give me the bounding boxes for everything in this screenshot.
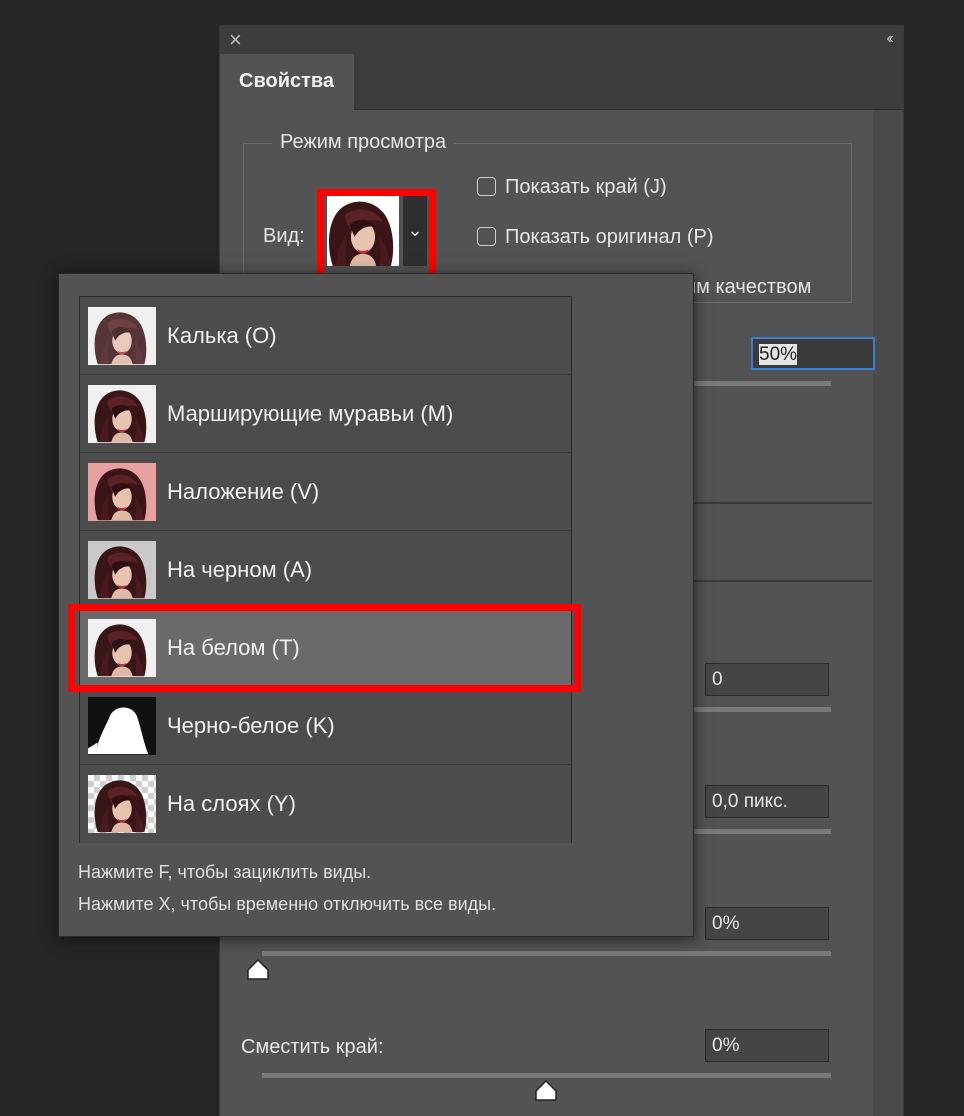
offset-edge-slider[interactable] (262, 1073, 831, 1078)
list-item-black-white[interactable]: Черно-белое (K) (80, 687, 571, 765)
collapse-icon[interactable]: ‹‹ (886, 30, 893, 48)
high-quality-label: им качеством (685, 276, 812, 298)
show-original-label: Показать оригинал (P) (505, 226, 714, 248)
list-item-label: Наложение (V) (167, 479, 320, 504)
portrait-marching-ants-icon (88, 385, 156, 443)
mask-black-white-icon (88, 697, 156, 755)
list-item-label: На черном (A) (167, 557, 313, 582)
tab-properties[interactable]: Свойства (220, 54, 354, 110)
show-original-checkbox[interactable] (477, 227, 496, 246)
smooth-field[interactable]: 0 (705, 663, 829, 696)
hint-cycle-text: Нажмите F, чтобы зациклить виды. (78, 862, 372, 882)
view-mode-list: Калька (O) Марширующие муравьи (M) Налож… (79, 296, 572, 843)
show-edge-checkbox[interactable] (477, 177, 496, 196)
list-item-marching-ants[interactable]: Марширующие муравьи (M) (80, 375, 571, 453)
panel-tabbar: Свойства (220, 54, 903, 110)
panel-titlebar: × ‹‹ (220, 26, 903, 54)
slider-handle-icon[interactable] (246, 958, 270, 982)
feather-field[interactable]: 0,0 пикс. (705, 785, 829, 818)
section-divider (694, 580, 872, 582)
list-item-label: Калька (O) (167, 323, 277, 348)
list-item-label: На слоях (Y) (167, 791, 296, 816)
list-item-label: Черно-белое (K) (167, 713, 335, 738)
slider-handle-icon[interactable] (534, 1079, 558, 1103)
list-item-on-layers[interactable]: На слоях (Y) (80, 765, 571, 843)
offset-edge-label: Сместить край: (241, 1036, 384, 1058)
portrait-overlay-icon (88, 463, 156, 521)
close-icon[interactable]: × (229, 28, 242, 52)
section-divider (694, 502, 872, 504)
portrait-onion-skin-icon (88, 307, 156, 365)
view-label: Вид: (263, 225, 305, 247)
highlight-box-view (317, 189, 436, 284)
view-mode-dropdown: Калька (O) Марширующие муравьи (M) Налож… (58, 273, 694, 937)
highlight-box-selected (68, 604, 581, 692)
list-item-label: Марширующие муравьи (M) (167, 401, 454, 426)
view-mode-title: Режим просмотра (272, 131, 455, 154)
portrait-on-black-icon (88, 541, 156, 599)
panel-scrollbar[interactable] (873, 110, 903, 1116)
opacity-slider[interactable] (694, 381, 831, 386)
offset-edge-field[interactable]: 0% (705, 1029, 829, 1062)
list-item-on-black[interactable]: На черном (A) (80, 531, 571, 609)
opacity-field[interactable]: 50% (751, 337, 875, 370)
feather-slider[interactable] (694, 829, 831, 834)
smooth-slider[interactable] (694, 707, 831, 712)
list-item-onion-skin[interactable]: Калька (O) (80, 297, 571, 375)
contrast-slider[interactable] (262, 951, 831, 956)
list-item-overlay[interactable]: Наложение (V) (80, 453, 571, 531)
hint-disable-text: Нажмите X, чтобы временно отключить все … (78, 894, 497, 914)
contrast-field[interactable]: 0% (705, 907, 829, 940)
show-edge-label: Показать край (J) (505, 176, 667, 198)
portrait-on-layers-icon (88, 775, 156, 833)
